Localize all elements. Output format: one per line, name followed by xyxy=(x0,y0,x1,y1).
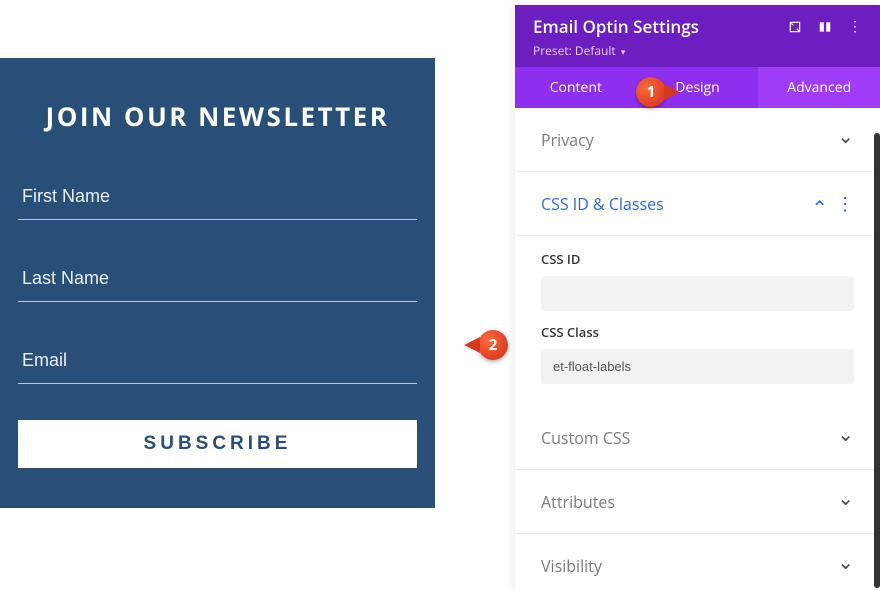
preset-label: Preset: xyxy=(533,42,572,59)
last-name-input[interactable] xyxy=(18,256,417,302)
columns-icon[interactable] xyxy=(818,20,832,34)
section-privacy[interactable]: Privacy xyxy=(515,108,880,172)
section-attributes[interactable]: Attributes xyxy=(515,470,880,534)
callout-number: 2 xyxy=(478,330,508,360)
section-css-id-classes-title: CSS ID & Classes xyxy=(541,193,664,215)
tab-content[interactable]: Content xyxy=(515,67,637,108)
section-visibility[interactable]: Visibility xyxy=(515,534,880,591)
header-actions xyxy=(788,17,862,36)
preset-value: Default xyxy=(575,42,616,59)
css-id-input[interactable] xyxy=(541,276,854,311)
settings-panel: Email Optin Settings Preset: Default Con… xyxy=(515,5,880,591)
email-input[interactable] xyxy=(18,338,417,384)
caret-down-icon xyxy=(619,42,626,59)
chevron-down-icon xyxy=(837,488,854,515)
section-privacy-title: Privacy xyxy=(541,129,594,151)
tabs: Content Design Advanced xyxy=(515,67,880,108)
chevron-down-icon xyxy=(837,126,854,153)
preset-selector[interactable]: Preset: Default xyxy=(533,42,862,59)
chevron-down-icon xyxy=(837,424,854,451)
section-css-id-classes[interactable]: CSS ID & Classes xyxy=(515,172,880,236)
chevron-up-icon xyxy=(811,190,828,217)
section-custom-css[interactable]: Custom CSS xyxy=(515,406,880,470)
chevron-down-icon xyxy=(837,552,854,579)
scrollbar[interactable] xyxy=(874,133,880,588)
panel-title: Email Optin Settings xyxy=(533,15,699,38)
panel-body: Privacy CSS ID & Classes CSS ID CSS Clas… xyxy=(515,108,880,591)
first-name-input[interactable] xyxy=(18,174,417,220)
expand-icon[interactable] xyxy=(788,20,802,34)
tab-advanced[interactable]: Advanced xyxy=(758,67,880,108)
css-class-input[interactable] xyxy=(541,349,854,384)
section-custom-css-title: Custom CSS xyxy=(541,427,630,449)
more-icon[interactable] xyxy=(848,17,862,36)
panel-header: Email Optin Settings Preset: Default xyxy=(515,5,880,67)
newsletter-card: JOIN OUR NEWSLETTER SUBSCRIBE xyxy=(0,58,435,508)
section-attributes-title: Attributes xyxy=(541,491,615,513)
css-id-label: CSS ID xyxy=(541,250,854,268)
newsletter-title: JOIN OUR NEWSLETTER xyxy=(18,98,417,134)
css-class-label: CSS Class xyxy=(541,323,854,341)
section-visibility-title: Visibility xyxy=(541,555,602,577)
section-css-id-classes-body: CSS ID CSS Class xyxy=(515,236,880,406)
tab-design[interactable]: Design xyxy=(637,67,759,108)
subscribe-button[interactable]: SUBSCRIBE xyxy=(18,420,417,468)
